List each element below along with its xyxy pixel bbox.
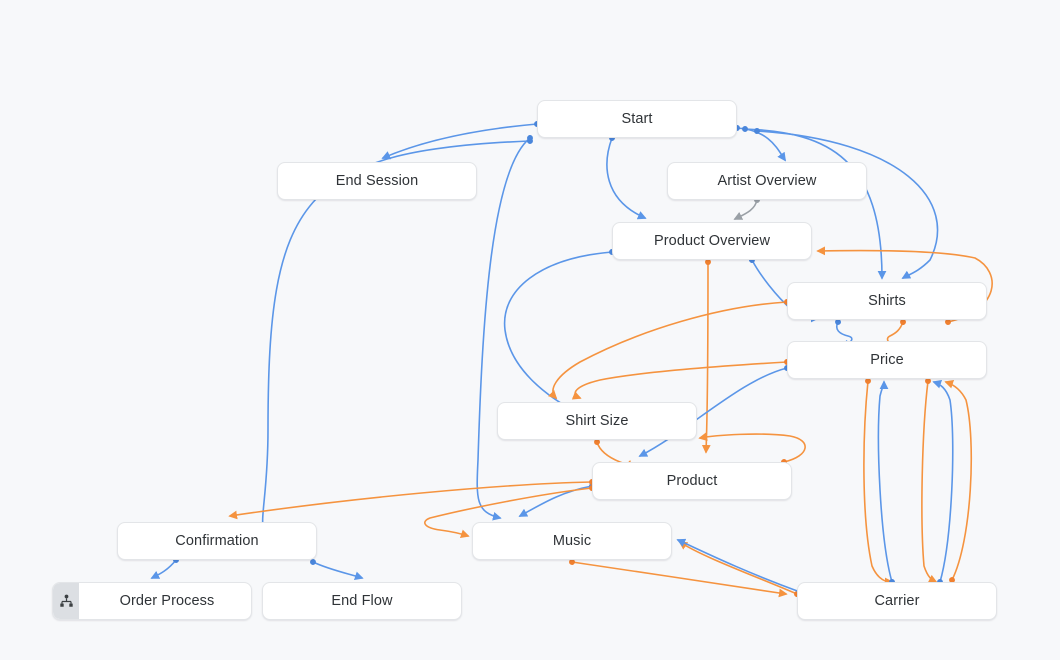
node-label: Carrier (798, 593, 996, 609)
node-label: Confirmation (118, 533, 316, 549)
node-label: Start (538, 111, 736, 127)
edge-price-to-carrier[interactable] (864, 381, 892, 582)
edge-confirmation-to-order-process[interactable] (152, 560, 176, 578)
edge-product-to-music[interactable] (520, 486, 592, 516)
edge-carrier-to-price[interactable] (946, 382, 971, 580)
edge-start-to-artist-overview[interactable] (737, 128, 785, 160)
edge-carrier-to-music[interactable] (678, 540, 800, 592)
edge-price-to-shirt-size[interactable] (575, 362, 787, 398)
node-carrier[interactable]: Carrier (797, 582, 997, 620)
node-order-process[interactable]: Order Process (52, 582, 252, 620)
edge-shirts-to-shirt-size[interactable] (553, 302, 787, 398)
node-music[interactable]: Music (472, 522, 672, 560)
edge-start-to-product-overview[interactable] (607, 138, 645, 218)
edge-price-to-carrier[interactable] (922, 381, 936, 582)
node-label: End Session (278, 173, 476, 189)
node-label: Product Overview (613, 233, 811, 249)
edge-artist-overview-to-product-overview[interactable] (735, 200, 757, 219)
node-label: Product (593, 473, 791, 489)
node-shirt-size[interactable]: Shirt Size (497, 402, 697, 440)
node-product[interactable]: Product (592, 462, 792, 500)
node-end-session[interactable]: End Session (277, 162, 477, 200)
edge-product-to-confirmation[interactable] (230, 482, 592, 516)
edge-music-to-carrier[interactable] (572, 562, 786, 594)
node-confirmation[interactable]: Confirmation (117, 522, 317, 560)
edge-carrier-to-price[interactable] (934, 382, 953, 582)
node-product-overview[interactable]: Product Overview (612, 222, 812, 260)
flow-canvas[interactable]: Start End Session Artist Overview Product O… (0, 0, 1060, 660)
node-start[interactable]: Start (537, 100, 737, 138)
node-label: Order Process (53, 593, 251, 609)
edge-start-to-end-session[interactable] (383, 124, 537, 158)
node-artist-overview[interactable]: Artist Overview (667, 162, 867, 200)
node-end-flow[interactable]: End Flow (262, 582, 462, 620)
node-label: Shirts (788, 293, 986, 309)
edge-product-overview-to-product[interactable] (706, 262, 708, 452)
edge-confirmation-to-end-flow[interactable] (313, 562, 362, 578)
node-label: Shirt Size (498, 413, 696, 429)
node-label: Music (473, 533, 671, 549)
edge-start-to-confirmation[interactable] (263, 141, 530, 540)
node-label: Artist Overview (668, 173, 866, 189)
node-label: End Flow (263, 593, 461, 609)
edge-carrier-to-price[interactable] (879, 382, 893, 582)
node-price[interactable]: Price (787, 341, 987, 379)
sitemap-icon (53, 583, 79, 619)
edge-carrier-to-music[interactable] (680, 542, 797, 594)
edge-product-overview-to-price[interactable] (505, 252, 612, 414)
edge-layer (0, 0, 1060, 660)
node-label: Price (788, 352, 986, 368)
edge-product-to-shirt-size[interactable] (700, 434, 805, 462)
edge-start-to-music[interactable] (477, 138, 530, 518)
node-shirts[interactable]: Shirts (787, 282, 987, 320)
